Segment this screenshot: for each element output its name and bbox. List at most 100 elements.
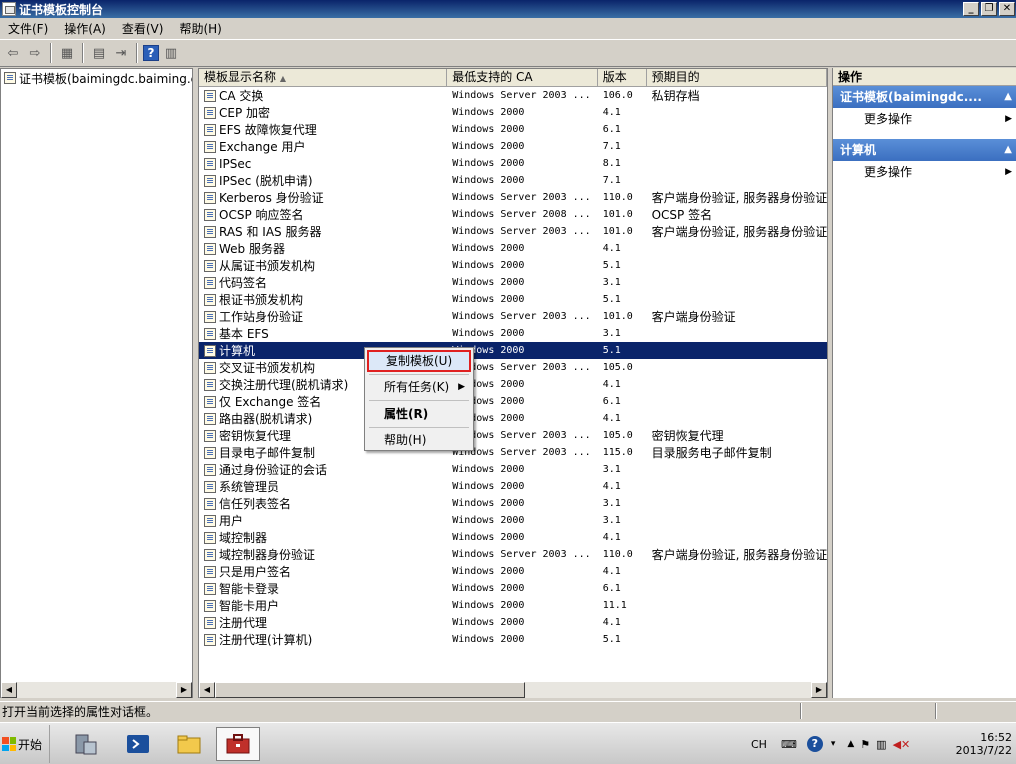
menu-item-properties[interactable]: 属性(R) [367,403,471,425]
table-row[interactable]: 交换注册代理(脱机请求) Windows 2000 4.1 [199,376,827,393]
table-row[interactable]: 根证书颁发机构 Windows 2000 5.1 [199,291,827,308]
export-list-icon[interactable]: ⇥ [111,43,131,63]
table-row[interactable]: 目录电子邮件复制 Windows Server 2003 ... 115.0 目录服务… [199,444,827,461]
tree-horizontal-scrollbar[interactable]: ◀ ▶ [1,682,192,698]
version-cell: 4.1 [602,413,621,424]
min-ca-cell: Windows 2000 [452,515,525,526]
server-manager-icon[interactable] [64,727,108,761]
more-actions-templates[interactable]: 更多操作 ▶ [833,108,1016,130]
show-hidden-icons-icon[interactable]: ▲ [847,739,854,749]
template-name: IPSec [219,156,252,171]
template-name-cell: EFS 故障恢复代理 [199,121,447,138]
table-row[interactable]: 智能卡登录 Windows 2000 6.1 [199,580,827,597]
clock-date: 2013/7/22 [955,744,1012,757]
keyboard-icon[interactable]: ⌨ [781,738,797,751]
start-label: 开始 [18,737,43,752]
template-name: 注册代理(计算机) [219,633,313,647]
template-name-cell: 只是用户签名 [199,563,447,580]
table-row[interactable]: 用户 Windows 2000 3.1 [199,512,827,529]
restore-button[interactable]: ❐ [981,2,997,16]
actions-section-templates[interactable]: 证书模板(baimingdc.... ▲ [833,86,1016,108]
template-name-cell: 从属证书颁发机构 [199,257,447,274]
table-row[interactable]: 只是用户签名 Windows 2000 4.1 [199,563,827,580]
table-row[interactable]: Web 服务器 Windows 2000 4.1 [199,240,827,257]
column-header-version[interactable]: 版本 [598,69,647,86]
table-row[interactable]: 密钥恢复代理 Windows Server 2003 ... 105.0 密钥恢复代理 [199,427,827,444]
min-ca-cell: Windows 2000 [452,481,525,492]
table-row[interactable]: 信任列表签名 Windows 2000 3.1 [199,495,827,512]
menu-item-help[interactable]: 帮助(H) [367,429,471,451]
menu-item-all-tasks[interactable]: 所有任务(K) ▶ [367,376,471,398]
show-hide-tree-icon[interactable]: ▦ [57,43,77,63]
table-row[interactable]: 域控制器 Windows 2000 4.1 [199,529,827,546]
table-row[interactable]: RAS 和 IAS 服务器 Windows Server 2003 ... 101.… [199,223,827,240]
column-header-purpose[interactable]: 预期目的 [647,69,827,86]
explorer-folder-icon[interactable] [167,727,211,761]
scroll-right-arrow-icon[interactable]: ▶ [176,682,192,698]
clock[interactable]: 16:52 2013/7/22 [956,731,1012,757]
certtmpl-console-taskbar-icon[interactable] [216,727,260,761]
menu-action[interactable]: 操作(A) [56,20,114,37]
back-arrow-icon[interactable]: ⇦ [3,43,23,63]
collapse-icon[interactable]: ▲ [1004,86,1012,108]
scroll-right-arrow-icon[interactable]: ▶ [811,682,827,698]
actions-section-computer[interactable]: 计算机 ▲ [833,139,1016,161]
template-name-cell: CA 交换 [199,87,447,104]
show-hide-action-pane-icon[interactable]: ▥ [161,43,181,63]
volume-muted-icon[interactable]: ◀✕ [893,738,911,751]
list-horizontal-scrollbar[interactable]: ◀ ▶ [199,682,827,698]
status-separator [800,703,802,719]
table-row[interactable]: 计算机 Windows 2000 5.1 [199,342,827,359]
column-header-name[interactable]: 模板显示名称 ▲ [199,69,448,86]
table-row[interactable]: EFS 故障恢复代理 Windows 2000 6.1 [199,121,827,138]
table-row[interactable]: 从属证书颁发机构 Windows 2000 5.1 [199,257,827,274]
language-indicator[interactable]: CH [751,738,767,751]
table-row[interactable]: 注册代理 Windows 2000 4.1 [199,614,827,631]
options-arrow-icon[interactable]: ▾ [831,739,836,749]
close-button[interactable]: ✕ [999,2,1015,16]
action-center-flag-icon[interactable]: ⚑ [860,738,870,751]
table-row[interactable]: OCSP 响应签名 Windows Server 2008 ... 101.0 OCS… [199,206,827,223]
table-row[interactable]: 基本 EFS Windows 2000 3.1 [199,325,827,342]
tree-root-node[interactable]: 证书模板(baimingdc.baiming.c [1,69,192,87]
table-row[interactable]: 系统管理员 Windows 2000 4.1 [199,478,827,495]
table-row[interactable]: 域控制器身份验证 Windows Server 2003 ... 110.0 客户端身… [199,546,827,563]
more-actions-computer[interactable]: 更多操作 ▶ [833,161,1016,183]
template-name-cell: 用户 [199,512,447,529]
menu-help[interactable]: 帮助(H) [171,20,229,37]
table-row[interactable]: 智能卡用户 Windows 2000 11.1 [199,597,827,614]
table-row[interactable]: IPSec Windows 2000 8.1 [199,155,827,172]
table-row[interactable]: Exchange 用户 Windows 2000 7.1 [199,138,827,155]
version-cell: 4.1 [602,617,621,628]
table-row[interactable]: IPSec (脱机申请) Windows 2000 7.1 [199,172,827,189]
certificate-template-icon [204,446,216,459]
scroll-left-arrow-icon[interactable]: ◀ [199,682,215,698]
table-row[interactable]: 路由器(脱机请求) Windows 2000 4.1 [199,410,827,427]
help-circle-icon[interactable]: ? [806,736,823,752]
table-row[interactable]: Kerberos 身份验证 Windows Server 2003 ... 110.… [199,189,827,206]
network-icon[interactable]: ▥ [876,738,886,751]
forward-arrow-icon[interactable]: ⇨ [25,43,45,63]
table-row[interactable]: CA 交换 Windows Server 2003 ... 106.0 私钥存档 [199,87,827,104]
table-row[interactable]: 注册代理(计算机) Windows 2000 5.1 [199,631,827,648]
powershell-icon[interactable] [116,727,160,761]
help-icon[interactable]: ? [143,45,159,61]
menu-file[interactable]: 文件(F) [0,20,56,37]
table-row[interactable]: 仅 Exchange 签名 Windows 2000 6.1 [199,393,827,410]
scroll-thumb[interactable] [215,682,525,698]
column-header-min-ca[interactable]: 最低支持的 CA [447,69,598,86]
purpose-cell: 私钥存档 [651,89,700,103]
menu-item-duplicate-template[interactable]: 复制模板(U) [367,350,471,372]
template-name: 交叉证书颁发机构 [219,361,316,375]
start-button[interactable]: 开始 [0,725,50,763]
properties-icon[interactable]: ▤ [89,43,109,63]
table-row[interactable]: 交叉证书颁发机构 Windows Server 2003 ... 105.0 [199,359,827,376]
table-row[interactable]: CEP 加密 Windows 2000 4.1 [199,104,827,121]
collapse-icon[interactable]: ▲ [1004,139,1012,161]
table-row[interactable]: 代码签名 Windows 2000 3.1 [199,274,827,291]
minimize-button[interactable]: _ [963,2,979,16]
table-row[interactable]: 通过身份验证的会话 Windows 2000 3.1 [199,461,827,478]
menu-view[interactable]: 查看(V) [114,20,172,37]
scroll-left-arrow-icon[interactable]: ◀ [1,682,17,698]
table-row[interactable]: 工作站身份验证 Windows Server 2003 ... 101.0 客户端身份… [199,308,827,325]
